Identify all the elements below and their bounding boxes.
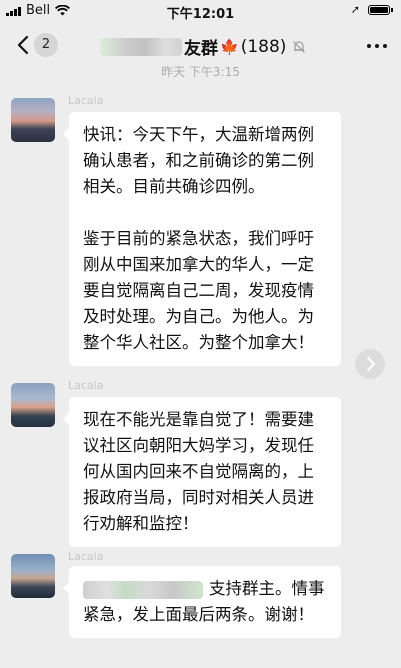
forward-button[interactable] bbox=[355, 349, 385, 379]
message-text: 快讯：今天下午，大温新增两例确认患者，和之前确诊的第二例相关。目前共确诊四例。 bbox=[83, 125, 314, 196]
message-bubble[interactable]: 快讯：今天下午，大温新增两例确认患者，和之前确诊的第二例相关。目前共确诊四例。 … bbox=[63, 112, 341, 366]
message-text: 支持群主。情事紧急，发上面最后两条。谢谢！ bbox=[83, 576, 327, 628]
more-options-icon[interactable] bbox=[367, 44, 387, 48]
location-icon: ➚ bbox=[350, 3, 360, 16]
status-time: 下午12:01 bbox=[166, 7, 235, 22]
group-name-suffix: 友群 bbox=[184, 39, 218, 59]
maple-leaf-icon: 🍁 bbox=[220, 37, 239, 56]
member-count: (188) bbox=[240, 36, 287, 57]
blurred-mention bbox=[83, 580, 203, 599]
message-bubble[interactable]: 支持群主。情事紧急，发上面最后两条。谢谢！ bbox=[63, 566, 341, 638]
sender-name: Lacala bbox=[68, 94, 104, 107]
message-timestamp: 昨天 下午3:15 bbox=[161, 65, 240, 79]
mute-bell-icon bbox=[293, 40, 306, 53]
sender-name: Lacala bbox=[68, 550, 104, 563]
chevron-right-icon bbox=[367, 357, 375, 371]
sender-name: Lacala bbox=[68, 379, 104, 392]
message-text: 鉴于目前的紧急状态，我们呼吁刚从中国来加拿大的华人，一定要自觉隔离自己二周，发现… bbox=[83, 229, 314, 352]
message-text: 现在不能光是靠自觉了！需要建议社区向朝阳大妈学习，发现任何从国内回来不自觉隔离的… bbox=[83, 410, 314, 533]
message-bubble[interactable]: 现在不能光是靠自觉了！需要建议社区向朝阳大妈学习，发现任何从国内回来不自觉隔离的… bbox=[63, 397, 341, 547]
avatar[interactable] bbox=[11, 383, 55, 427]
chat-title: 友群 🍁 (188) bbox=[100, 34, 306, 59]
unread-count-badge[interactable]: 2 bbox=[34, 33, 58, 57]
battery-icon bbox=[368, 4, 393, 15]
back-chevron-icon[interactable] bbox=[12, 34, 34, 56]
status-bar: Bell 下午12:01 ➚ bbox=[0, 0, 401, 22]
avatar[interactable] bbox=[11, 554, 55, 598]
avatar[interactable] bbox=[11, 98, 55, 142]
blurred-group-name bbox=[100, 37, 182, 56]
